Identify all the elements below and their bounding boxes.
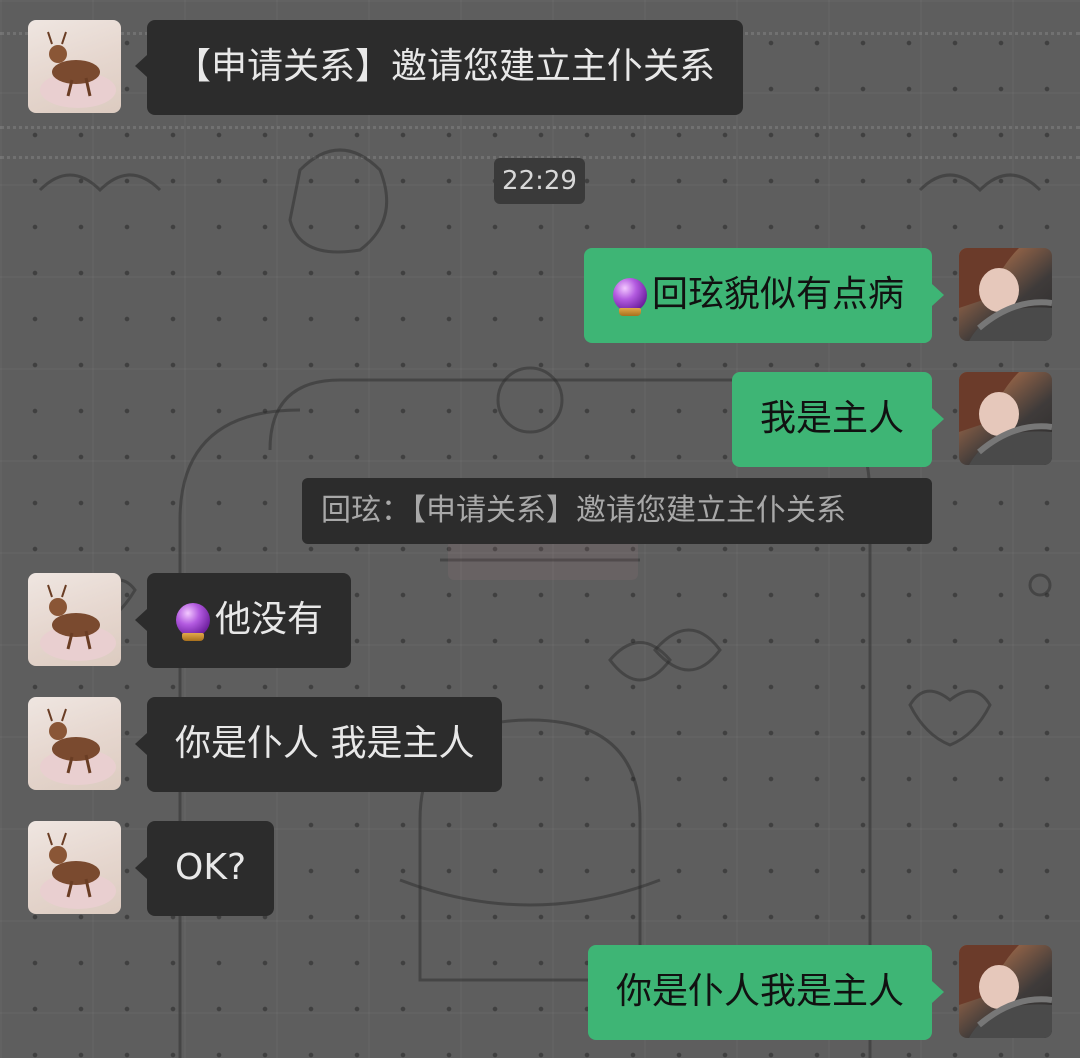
message-bubble[interactable]: 回玹貌似有点病 [583,248,932,343]
message-text: 你是仆人 我是主人 [175,723,475,764]
message-row: 他没有 [28,573,428,668]
deer-avatar[interactable] [28,573,121,666]
message-text: 他没有 [215,599,324,640]
bubble-tail [932,981,944,1003]
girl-avatar[interactable] [959,372,1052,465]
message-text: 回玹貌似有点病 [651,274,904,315]
girl-avatar[interactable] [959,248,1052,341]
deer-avatar[interactable] [28,821,121,914]
crystal-ball-icon [175,598,211,642]
deer-avatar[interactable] [28,20,121,113]
message-bubble[interactable]: 你是仆人我是主人 [587,945,932,1040]
fawn-icon [40,832,116,909]
girl-photo-icon [959,248,1052,341]
message-row: OK? [28,821,328,916]
girl-photo-icon [959,945,1052,1038]
bubble-tail [135,55,147,77]
message-row: 你是仆人 我是主人 [28,697,548,792]
message-bubble[interactable]: OK? [147,821,275,916]
fawn-icon [40,584,116,661]
message-text: OK? [175,847,247,888]
bubble-tail [135,733,147,755]
message-row: 我是主人 [0,372,1080,467]
message-text: 我是主人 [759,398,904,439]
girl-photo-icon [959,372,1052,465]
message-row: 【申请关系】邀请您建立主仆关系 [28,20,788,115]
message-row: 你是仆人我是主人 [0,945,1080,1040]
message-bubble[interactable]: 他没有 [147,573,352,668]
bubble-tail [932,284,944,306]
message-bubble[interactable]: 你是仆人 我是主人 [147,697,503,792]
deer-avatar[interactable] [28,697,121,790]
bubble-tail [135,609,147,631]
message-bubble[interactable]: 我是主人 [731,372,932,467]
message-row: 回玹貌似有点病 [0,248,1080,343]
girl-avatar[interactable] [959,945,1052,1038]
quoted-text: 回玹：【申请关系】邀请您建立主仆关系 [321,493,846,528]
message-bubble[interactable]: 【申请关系】邀请您建立主仆关系 [147,20,744,115]
message-text: 你是仆人我是主人 [615,971,904,1012]
timestamp-label: 22:29 [494,158,585,204]
bubble-tail [135,857,147,879]
bubble-tail [932,408,944,430]
fawn-icon [40,708,116,785]
fawn-icon [40,31,116,108]
quoted-message[interactable]: 回玹：【申请关系】邀请您建立主仆关系 [302,478,932,544]
crystal-ball-icon [612,273,648,317]
message-text: 【申请关系】邀请您建立主仆关系 [175,46,716,87]
